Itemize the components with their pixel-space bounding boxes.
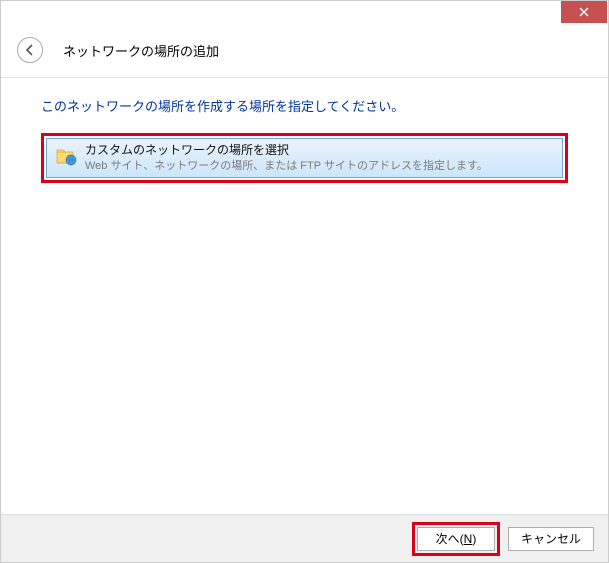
highlight-option: カスタムのネットワークの場所を選択 Web サイト、ネットワークの場所、または … xyxy=(41,133,568,183)
highlight-next: 次へ(N) xyxy=(412,522,500,556)
instruction-text: このネットワークの場所を作成する場所を指定してください。 xyxy=(41,96,568,115)
wizard-footer: 次へ(N) キャンセル xyxy=(1,514,608,562)
back-arrow-icon xyxy=(23,43,37,57)
custom-location-option[interactable]: カスタムのネットワークの場所を選択 Web サイト、ネットワークの場所、または … xyxy=(46,138,563,178)
option-description: Web サイト、ネットワークの場所、または FTP サイトのアドレスを指定します… xyxy=(85,159,488,173)
wizard-header: ネットワークの場所の追加 xyxy=(1,29,608,78)
next-button[interactable]: 次へ(N) xyxy=(417,527,495,551)
close-button[interactable] xyxy=(561,1,607,23)
option-title: カスタムのネットワークの場所を選択 xyxy=(85,143,488,159)
next-mnemonic: N xyxy=(464,532,473,546)
wizard-content: このネットワークの場所を作成する場所を指定してください。 カスタムのネットワーク… xyxy=(1,78,608,183)
close-icon xyxy=(579,7,589,17)
back-button[interactable] xyxy=(17,37,43,63)
option-text: カスタムのネットワークの場所を選択 Web サイト、ネットワークの場所、または … xyxy=(85,143,488,173)
folder-globe-icon xyxy=(55,145,77,167)
cancel-button[interactable]: キャンセル xyxy=(508,527,594,551)
wizard-title: ネットワークの場所の追加 xyxy=(63,41,219,60)
next-label-suffix: ) xyxy=(472,532,476,546)
next-label-prefix: 次へ( xyxy=(436,530,464,547)
titlebar xyxy=(1,1,608,29)
